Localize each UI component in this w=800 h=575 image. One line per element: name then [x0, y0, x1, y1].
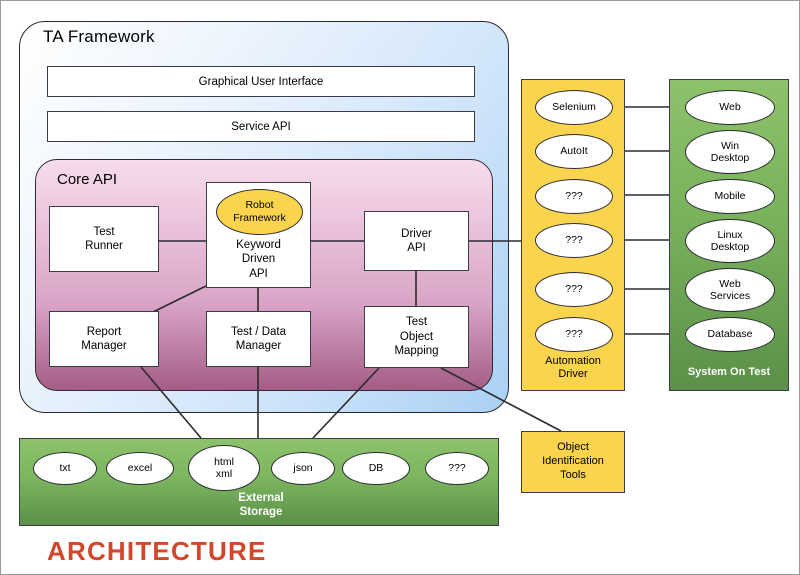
automation-driver-item-4: ??? [535, 272, 613, 307]
test-object-mapping-label-line2: Object [399, 330, 434, 343]
system-on-test-item-1: Win Desktop [685, 130, 775, 174]
automation-driver-item-0-line1: Selenium [552, 101, 596, 114]
test-data-manager-label-line1: Test / Data [231, 325, 286, 338]
external-storage-item-1: excel [106, 452, 174, 485]
report-manager-label-line2: Manager [81, 340, 127, 352]
system-on-test-item-4: Web Services [685, 268, 775, 312]
external-storage-item-3-line1: json [293, 462, 313, 475]
system-on-test-item-1-line2: Desktop [710, 152, 750, 164]
keyword-driven-api-label-line3: API [249, 267, 268, 280]
test-data-manager-label-line2: Manager [235, 340, 282, 352]
automation-driver-item-0: Selenium [535, 90, 613, 125]
external-storage-item-5-line1: ??? [448, 462, 466, 475]
system-on-test-item-4-line1: Web [719, 277, 741, 290]
automation-driver-item-1-line1: AutoIt [560, 145, 588, 158]
external-storage-item-0-line1: txt [59, 462, 71, 475]
automation-driver-label: Automation Driver [522, 355, 624, 383]
test-object-mapping-label-line1: Test [405, 316, 428, 329]
automation-driver-item-5-line1: ??? [565, 328, 583, 341]
external-storage-item-5: ??? [425, 452, 489, 485]
graphical-user-interface-box: Graphical User Interface [47, 66, 475, 97]
external-storage-label-line2: Storage [239, 506, 283, 519]
test-runner-label-line1: Test [93, 225, 115, 238]
external-storage-item-0: txt [33, 452, 97, 485]
automation-driver-item-3: ??? [535, 223, 613, 258]
object-identification-tools-line1: Object [557, 441, 589, 454]
object-identification-tools-line2: Identification [542, 455, 604, 468]
automation-driver-label-line1: Automation [545, 354, 601, 367]
test-runner-box: Test Runner [49, 206, 159, 272]
automation-driver-item-3-line1: ??? [565, 234, 583, 247]
external-storage-item-2: html xml [188, 445, 260, 491]
external-storage-label-line1: External [238, 492, 284, 504]
driver-api-label-line2: API [407, 242, 426, 254]
system-on-test-item-3-line1: Linux [717, 228, 743, 241]
robot-framework-badge: Robot Framework [216, 189, 303, 235]
system-on-test-label: System On Test [687, 366, 771, 379]
external-storage-item-2-line1: html [214, 455, 234, 468]
system-on-test-item-3: Linux Desktop [685, 219, 775, 263]
system-on-test-item-4-line2: Services [709, 290, 751, 302]
system-on-test-item-5: Database [685, 317, 775, 352]
object-identification-tools-line3: Tools [560, 468, 586, 481]
external-storage-label: External Storage [201, 491, 321, 520]
system-on-test-item-5-line1: Database [707, 328, 753, 341]
automation-driver-label-line2: Driver [558, 368, 588, 381]
automation-driver-item-2-line1: ??? [565, 190, 583, 203]
automation-driver-item-4-line1: ??? [565, 283, 583, 296]
system-on-test-item-1-line1: Win [720, 139, 740, 152]
ta-framework-title: TA Framework [43, 27, 155, 46]
automation-driver-item-1: AutoIt [535, 134, 613, 169]
system-on-test-item-0: Web [685, 90, 775, 125]
system-on-test-item-2-line1: Mobile [714, 190, 746, 203]
architecture-title: ARCHITECTURE [47, 536, 267, 566]
system-on-test-item-0-line1: Web [719, 101, 741, 114]
object-identification-tools-box: Object Identification Tools [521, 431, 625, 493]
keyword-driven-api-label-line2: Driven [241, 253, 276, 266]
core-api-title: Core API [57, 171, 118, 188]
diagram-canvas: TA Framework Graphical User Interface Se… [0, 0, 800, 575]
object-identification-tools-label: Object Identification Tools [542, 441, 604, 482]
external-storage-item-4-line1: DB [368, 462, 384, 475]
system-on-test-item-3-line2: Desktop [710, 241, 750, 253]
robot-framework-label-line1: Robot [245, 199, 274, 212]
keyword-driven-api-label-line1: Keyword [236, 238, 281, 251]
external-storage-item-4: DB [342, 452, 410, 485]
driver-api-box: Driver API [364, 211, 469, 271]
report-manager-label-line1: Report [86, 325, 122, 338]
driver-api-label-line1: Driver [401, 227, 432, 240]
automation-driver-item-2: ??? [535, 179, 613, 214]
external-storage-item-1-line1: excel [127, 462, 153, 475]
external-storage-item-2-line2: xml [215, 468, 233, 480]
system-on-test-item-2: Mobile [685, 179, 775, 214]
test-object-mapping-label-line3: Mapping [394, 345, 439, 358]
automation-driver-item-5: ??? [535, 317, 613, 352]
test-data-manager-box: Test / Data Manager [206, 311, 311, 367]
external-storage-item-3: json [271, 452, 335, 485]
test-runner-label-line2: Runner [85, 240, 123, 252]
report-manager-box: Report Manager [49, 311, 159, 367]
robot-framework-label-line2: Framework [233, 212, 286, 224]
test-object-mapping-box: Test Object Mapping [364, 306, 469, 368]
service-api-box: Service API [47, 111, 475, 142]
